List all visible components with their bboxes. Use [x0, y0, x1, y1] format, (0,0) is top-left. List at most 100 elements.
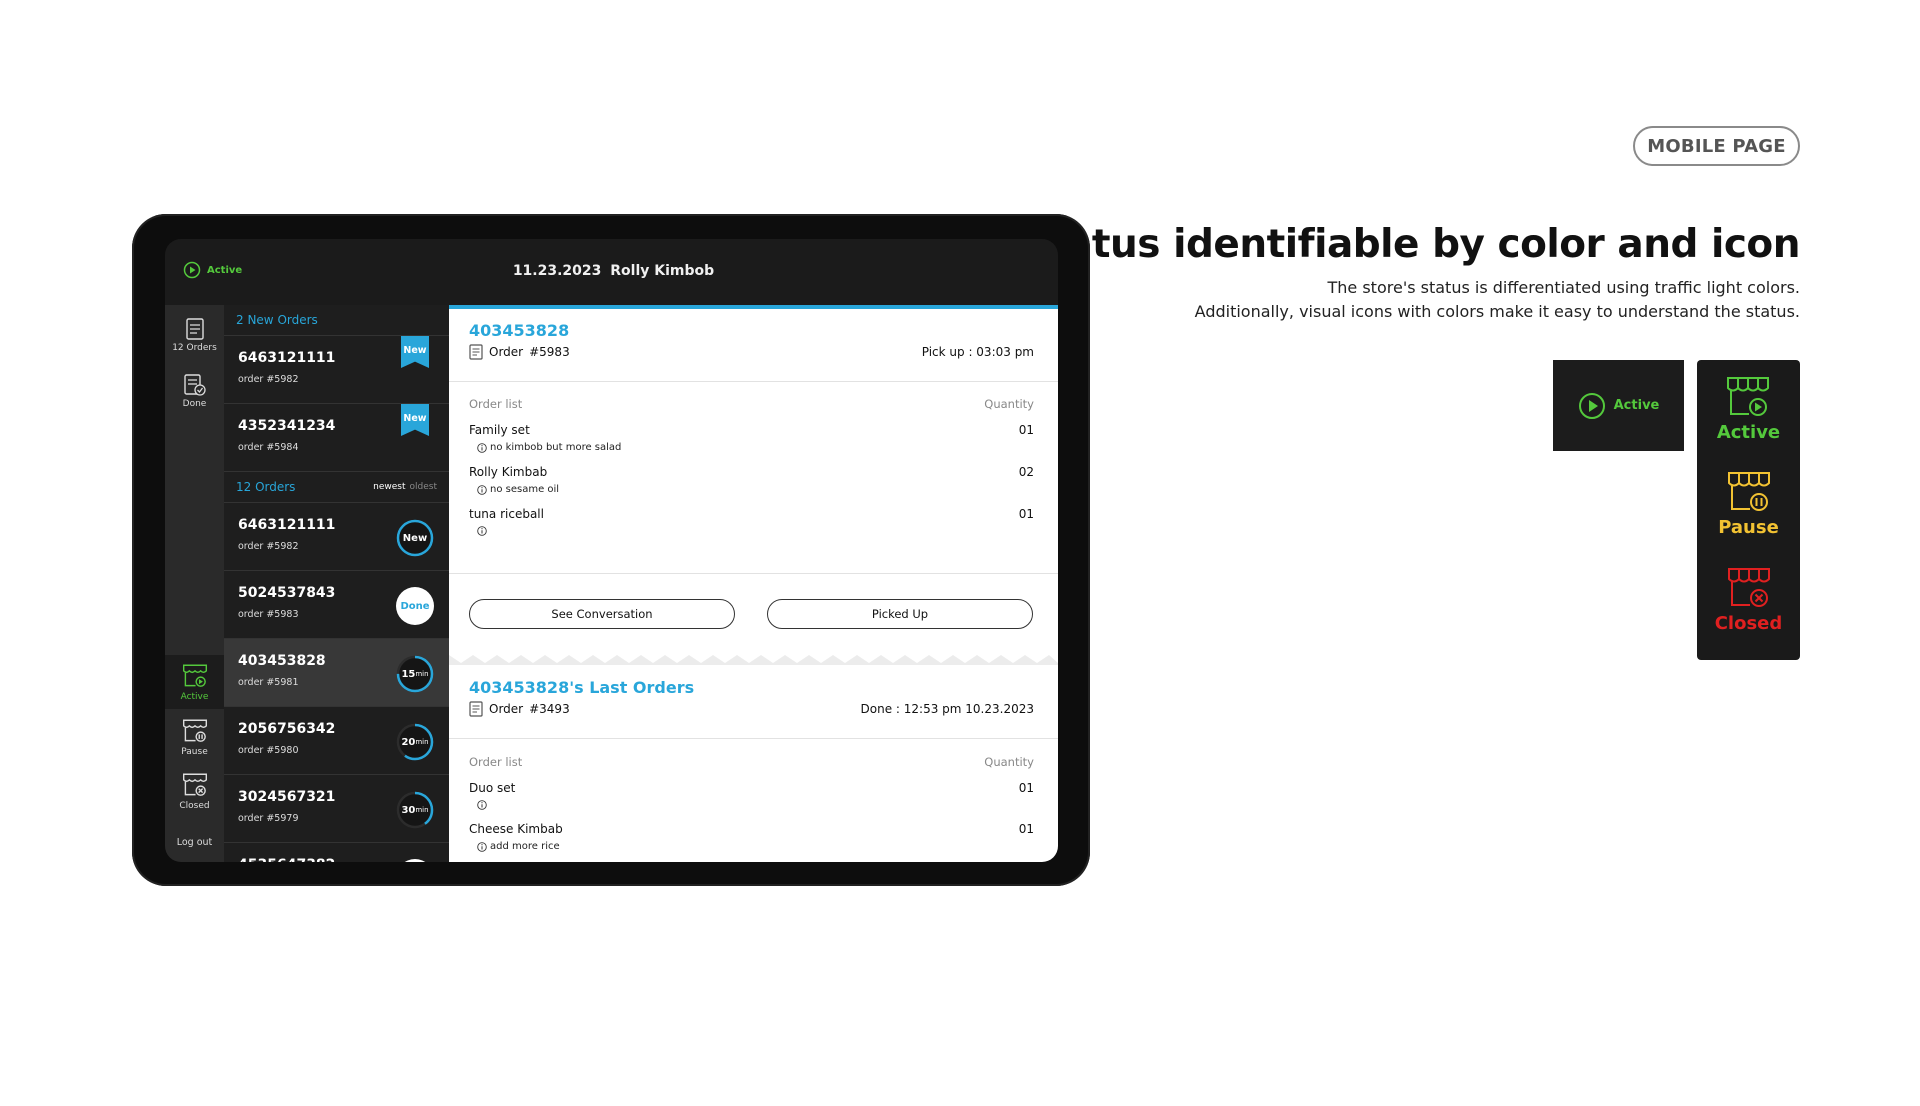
- order-no: #3493: [529, 702, 570, 716]
- document-check-icon: [183, 373, 206, 396]
- item-note-text: no kimbob but more salad: [490, 442, 622, 453]
- item-qty: 01: [1018, 507, 1034, 521]
- item-qty: 01: [1018, 423, 1034, 437]
- order-row[interactable]: 4535647382: [224, 843, 449, 862]
- order-row[interactable]: 3024567321 order #5979 30 min: [224, 775, 449, 843]
- see-conversation-button[interactable]: See Conversation: [469, 599, 735, 629]
- order-label: Order: [489, 702, 524, 716]
- item-note-text: add more rice: [490, 841, 560, 852]
- timer-value: 20: [401, 736, 416, 748]
- timer-unit: min: [415, 738, 429, 746]
- store-closed-icon: [182, 773, 207, 796]
- sort-oldest[interactable]: oldest: [410, 482, 437, 492]
- detail-accent-bar: [449, 305, 1058, 309]
- ring-label: Done: [400, 600, 430, 612]
- timer-unit: min: [415, 670, 429, 678]
- item-name: Duo set: [469, 781, 516, 795]
- quantity-label: Quantity: [984, 755, 1034, 769]
- item-name: Cheese Kimbab: [469, 822, 563, 836]
- order-list: 2 New Orders 6463121111 order #5982 New …: [224, 305, 449, 862]
- all-orders-label: 12 Orders: [236, 480, 296, 494]
- item-qty: 01: [1018, 781, 1034, 795]
- ring-label: New: [402, 532, 428, 544]
- current-order-ref: Order #5983: [469, 344, 570, 360]
- item-note: [477, 800, 1034, 810]
- item-note-text: no sesame oil: [490, 484, 560, 495]
- divider: [449, 573, 1058, 574]
- order-row[interactable]: 4352341234 order #5984 New: [224, 404, 449, 472]
- rail-pause-label: Pause: [181, 746, 208, 757]
- item-qty: 02: [1018, 465, 1034, 479]
- action-buttons: See Conversation Picked Up: [449, 599, 1058, 629]
- last-order-ref: Order #3493: [469, 701, 570, 717]
- item-name: Rolly Kimbab: [469, 465, 548, 479]
- logout-button[interactable]: Log out: [165, 831, 224, 853]
- list-header: Order list Quantity: [469, 755, 1034, 769]
- last-orders-header: 403453828's Last Orders Order #3493 Done…: [449, 678, 1058, 717]
- divider: [449, 738, 1058, 739]
- info-icon: [477, 800, 487, 810]
- item-qty: 01: [1018, 822, 1034, 836]
- order-row[interactable]: 5024537843 order #5983 Done: [224, 571, 449, 639]
- timer-unit: min: [415, 806, 429, 814]
- legend-label-active: Active: [1716, 422, 1781, 443]
- tablet-screen: Active 11.23.2023 Rolly Kimbob 12 Orders: [165, 239, 1058, 862]
- order-item: Cheese Kimbab 01 add more rice: [469, 822, 1034, 852]
- rail-item-active[interactable]: Active: [165, 655, 224, 709]
- description-line-1: The store's status is differentiated usi…: [1327, 278, 1801, 297]
- order-row[interactable]: 6463121111 order #5982 New: [224, 336, 449, 404]
- current-order-line: Order #5983 Pick up : 03:03 pm: [469, 344, 1034, 360]
- order-sub: order #5984: [238, 442, 299, 453]
- last-order-line: Order #3493 Done : 12:53 pm 10.23.2023: [469, 701, 1034, 717]
- order-row[interactable]: 2056756342 order #5980 20 min: [224, 707, 449, 775]
- store-active-icon: [1727, 377, 1770, 416]
- legend-active-chip-label: Active: [1613, 398, 1660, 413]
- timer-label: 15 min: [395, 654, 435, 694]
- info-icon: [477, 841, 487, 852]
- legend-item-closed: Closed: [1715, 565, 1782, 660]
- sort-newest[interactable]: newest: [373, 482, 405, 492]
- sort-toggle: newest oldest: [373, 482, 437, 492]
- receipt-icon: [469, 344, 483, 360]
- status-ring-done: [395, 858, 435, 862]
- description-line-2: Additionally, visual icons with colors m…: [1194, 302, 1800, 321]
- timer-label: 20 min: [395, 722, 435, 762]
- order-label: Order: [489, 345, 524, 359]
- store-active-icon: [182, 664, 207, 687]
- order-item: Family set 01 no kimbob but more salad: [469, 423, 1034, 453]
- last-orders-title: 403453828's Last Orders: [469, 678, 695, 697]
- description: The store's status is differentiated usi…: [1195, 276, 1800, 324]
- status-ring-new: New: [395, 518, 435, 558]
- legend-label-pause: Pause: [1718, 517, 1779, 539]
- document-icon: [185, 317, 204, 340]
- last-order-items: Order list Quantity Duo set 01 Cheese Kim…: [449, 755, 1058, 852]
- rail-active-label: Active: [180, 691, 209, 702]
- info-icon: [477, 484, 487, 495]
- order-item: Duo set 01: [469, 781, 1034, 810]
- headline: Status identifiable by color and icon: [1020, 222, 1800, 267]
- order-detail: 403453828 Order #5983 Pick up : 03:03 pm: [449, 305, 1058, 862]
- item-note: [477, 526, 1034, 536]
- timer-ring: 20 min: [395, 722, 435, 762]
- rail-item-pause[interactable]: Pause: [165, 711, 224, 763]
- timer-value: 15: [401, 668, 416, 680]
- item-note: add more rice: [477, 841, 1034, 852]
- store-pause-icon: [182, 719, 207, 742]
- left-rail: 12 Orders Done Active Pause Closed Log o…: [165, 305, 224, 862]
- order-row[interactable]: 6463121111 order #5982 New: [224, 503, 449, 571]
- store-pause-icon: [1727, 472, 1770, 512]
- rail-item-done[interactable]: Done: [165, 367, 224, 415]
- all-orders-header: 12 Orders newest oldest: [224, 472, 449, 503]
- legend-item-pause: Pause: [1718, 469, 1779, 564]
- picked-up-button[interactable]: Picked Up: [767, 599, 1033, 629]
- app-store-name: Rolly Kimbob: [610, 263, 715, 279]
- receipt-icon: [469, 701, 483, 717]
- timer-label: 30 min: [395, 790, 435, 830]
- order-no: #5983: [529, 345, 570, 359]
- legend-active-chip: Active: [1553, 360, 1684, 451]
- rail-item-orders[interactable]: 12 Orders: [165, 311, 224, 359]
- rail-item-closed[interactable]: Closed: [165, 765, 224, 817]
- order-row-selected[interactable]: 403453828 order #5981 15 min: [224, 639, 449, 707]
- timer-ring: 15 min: [395, 654, 435, 694]
- play-circle-icon: [1578, 392, 1605, 419]
